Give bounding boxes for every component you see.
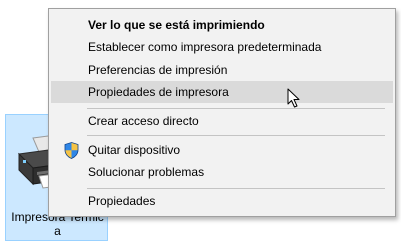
menu-item-see-printing[interactable]: Ver lo que se está imprimiendo — [51, 14, 393, 36]
menu-item-printer-properties[interactable]: Propiedades de impresora — [51, 81, 393, 103]
menu-separator — [87, 135, 385, 136]
menu-item-label: Establecer como impresora predeterminada — [88, 40, 322, 54]
menu-item-label: Quitar dispositivo — [88, 143, 181, 157]
arrow-cursor-icon — [287, 88, 300, 108]
uac-shield-icon — [64, 142, 79, 159]
menu-item-label: Propiedades de impresora — [88, 85, 229, 99]
menu-item-troubleshoot[interactable]: Solucionar problemas — [51, 161, 393, 183]
menu-item-label: Propiedades — [88, 194, 156, 208]
menu-item-label: Solucionar problemas — [88, 165, 205, 179]
menu-item-set-default[interactable]: Establecer como impresora predeterminada — [51, 36, 393, 58]
menu-item-label: Crear acceso directo — [88, 114, 199, 128]
menu-item-create-shortcut[interactable]: Crear acceso directo — [51, 110, 393, 132]
menu-item-label: Preferencias de impresión — [88, 63, 228, 77]
menu-item-printing-preferences[interactable]: Preferencias de impresión — [51, 59, 393, 81]
menu-separator — [87, 108, 385, 109]
menu-item-label: Ver lo que se está imprimiendo — [88, 18, 265, 32]
menu-item-remove-device[interactable]: Quitar dispositivo — [51, 139, 393, 161]
menu-separator — [87, 188, 385, 189]
context-menu: Ver lo que se está imprimiendo Establece… — [48, 8, 396, 217]
menu-item-properties[interactable]: Propiedades — [51, 190, 393, 212]
